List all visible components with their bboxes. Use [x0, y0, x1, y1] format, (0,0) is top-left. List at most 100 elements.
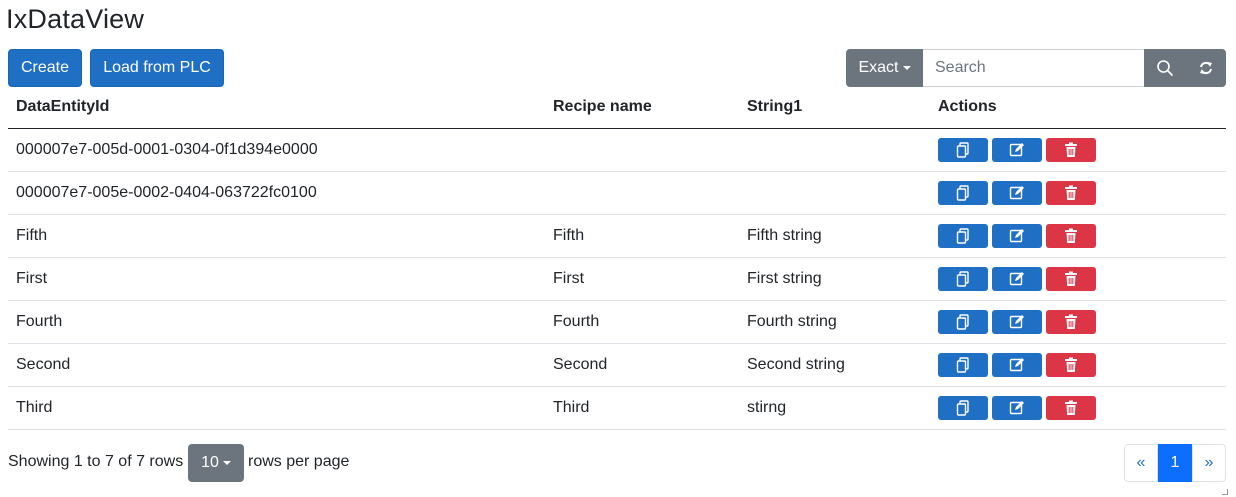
- edit-button[interactable]: [992, 223, 1042, 248]
- cell-actions: [930, 300, 1226, 344]
- cell-string1: First string: [739, 257, 930, 301]
- cell-string1: stirng: [739, 386, 930, 430]
- page-next-button[interactable]: »: [1192, 444, 1226, 482]
- copy-button[interactable]: [938, 266, 988, 291]
- refresh-icon: [1199, 61, 1212, 75]
- refresh-button[interactable]: [1185, 49, 1226, 87]
- cell-actions: [930, 257, 1226, 301]
- cell-recipe-name: Fifth: [545, 214, 739, 258]
- cell-actions: [930, 386, 1226, 430]
- page-size-label: 10: [201, 454, 219, 471]
- edit-button[interactable]: [992, 137, 1042, 162]
- edit-icon: [1009, 271, 1024, 285]
- table-row[interactable]: 000007e7-005e-0002-0404-063722fc0100: [8, 171, 1226, 215]
- cell-string1: Fifth string: [739, 214, 930, 258]
- match-mode-dropdown[interactable]: Exact: [846, 49, 923, 87]
- cell-string1: [739, 128, 930, 172]
- delete-button[interactable]: [1046, 137, 1096, 162]
- data-table: DataEntityId Recipe name String1 Actions…: [8, 86, 1226, 430]
- column-header-string1[interactable]: String1: [739, 86, 930, 129]
- edit-button[interactable]: [992, 180, 1042, 205]
- copy-icon: [956, 313, 969, 330]
- match-mode-label: Exact: [858, 59, 899, 76]
- cell-dataentityid: 000007e7-005d-0001-0304-0f1d394e0000: [8, 128, 545, 172]
- row-actions: [938, 180, 1218, 205]
- cell-actions: [930, 171, 1226, 215]
- cell-dataentityid: 000007e7-005e-0002-0404-063722fc0100: [8, 171, 545, 215]
- search-button[interactable]: [1144, 49, 1185, 87]
- trash-icon: [1065, 271, 1077, 286]
- cell-dataentityid: Fifth: [8, 214, 545, 258]
- edit-icon: [1009, 400, 1024, 414]
- trash-icon: [1065, 228, 1077, 243]
- cell-recipe-name: Second: [545, 343, 739, 387]
- table-header-row: DataEntityId Recipe name String1 Actions: [8, 86, 1226, 129]
- copy-icon: [956, 184, 969, 201]
- copy-button[interactable]: [938, 395, 988, 420]
- edit-button[interactable]: [992, 309, 1042, 334]
- delete-button[interactable]: [1046, 309, 1096, 334]
- cell-dataentityid: First: [8, 257, 545, 301]
- cell-recipe-name: Fourth: [545, 300, 739, 344]
- copy-button[interactable]: [938, 137, 988, 162]
- copy-button[interactable]: [938, 223, 988, 248]
- search-group: Exact: [846, 49, 1226, 87]
- copy-icon: [956, 399, 969, 416]
- resize-handle-icon[interactable]: [1222, 489, 1228, 495]
- cell-string1: Second string: [739, 343, 930, 387]
- edit-icon: [1009, 314, 1024, 328]
- table-row[interactable]: 000007e7-005d-0001-0304-0f1d394e0000: [8, 128, 1226, 172]
- table-row[interactable]: First First First string: [8, 257, 1226, 301]
- table-row[interactable]: Fifth Fifth Fifth string: [8, 214, 1226, 258]
- delete-button[interactable]: [1046, 223, 1096, 248]
- copy-button[interactable]: [938, 180, 988, 205]
- cell-actions: [930, 214, 1226, 258]
- cell-actions: [930, 343, 1226, 387]
- pagination: « 1 »: [1124, 444, 1226, 482]
- edit-button[interactable]: [992, 395, 1042, 420]
- row-actions: [938, 352, 1218, 377]
- trash-icon: [1065, 142, 1077, 157]
- page-1-button[interactable]: 1: [1158, 444, 1192, 482]
- copy-icon: [956, 227, 969, 244]
- copy-button[interactable]: [938, 309, 988, 334]
- page-prev-button[interactable]: «: [1124, 444, 1158, 482]
- delete-button[interactable]: [1046, 180, 1096, 205]
- page-title: IxDataView: [6, 4, 145, 34]
- copy-icon: [956, 141, 969, 158]
- delete-button[interactable]: [1046, 352, 1096, 377]
- cell-actions: [930, 128, 1226, 172]
- caret-down-icon: [902, 66, 911, 70]
- page-size-dropdown[interactable]: 10: [188, 444, 244, 482]
- table-body: 000007e7-005d-0001-0304-0f1d394e0000 0000…: [8, 128, 1226, 430]
- cell-dataentityid: Second: [8, 343, 545, 387]
- caret-down-icon: [222, 461, 231, 465]
- table-row[interactable]: Third Third stirng: [8, 386, 1226, 430]
- create-button[interactable]: Create: [8, 49, 82, 87]
- trash-icon: [1065, 185, 1077, 200]
- column-header-dataentityid[interactable]: DataEntityId: [8, 86, 545, 129]
- copy-icon: [956, 270, 969, 287]
- row-actions: [938, 223, 1218, 248]
- row-actions: [938, 137, 1218, 162]
- showing-rows-text: Showing 1 to 7 of 7 rows: [8, 453, 184, 470]
- edit-icon: [1009, 185, 1024, 199]
- cell-dataentityid: Fourth: [8, 300, 545, 344]
- table-row[interactable]: Second Second Second string: [8, 343, 1226, 387]
- column-header-actions: Actions: [930, 86, 1226, 129]
- delete-button[interactable]: [1046, 395, 1096, 420]
- cell-string1: Fourth string: [739, 300, 930, 344]
- edit-button[interactable]: [992, 352, 1042, 377]
- cell-string1: [739, 171, 930, 215]
- edit-icon: [1009, 357, 1024, 371]
- load-from-plc-button[interactable]: Load from PLC: [90, 49, 224, 87]
- column-header-recipe-name[interactable]: Recipe name: [545, 86, 739, 129]
- cell-recipe-name: [545, 171, 739, 215]
- trash-icon: [1065, 314, 1077, 329]
- copy-button[interactable]: [938, 352, 988, 377]
- table-row[interactable]: Fourth Fourth Fourth string: [8, 300, 1226, 344]
- search-input[interactable]: [923, 49, 1144, 87]
- edit-icon: [1009, 228, 1024, 242]
- edit-button[interactable]: [992, 266, 1042, 291]
- delete-button[interactable]: [1046, 266, 1096, 291]
